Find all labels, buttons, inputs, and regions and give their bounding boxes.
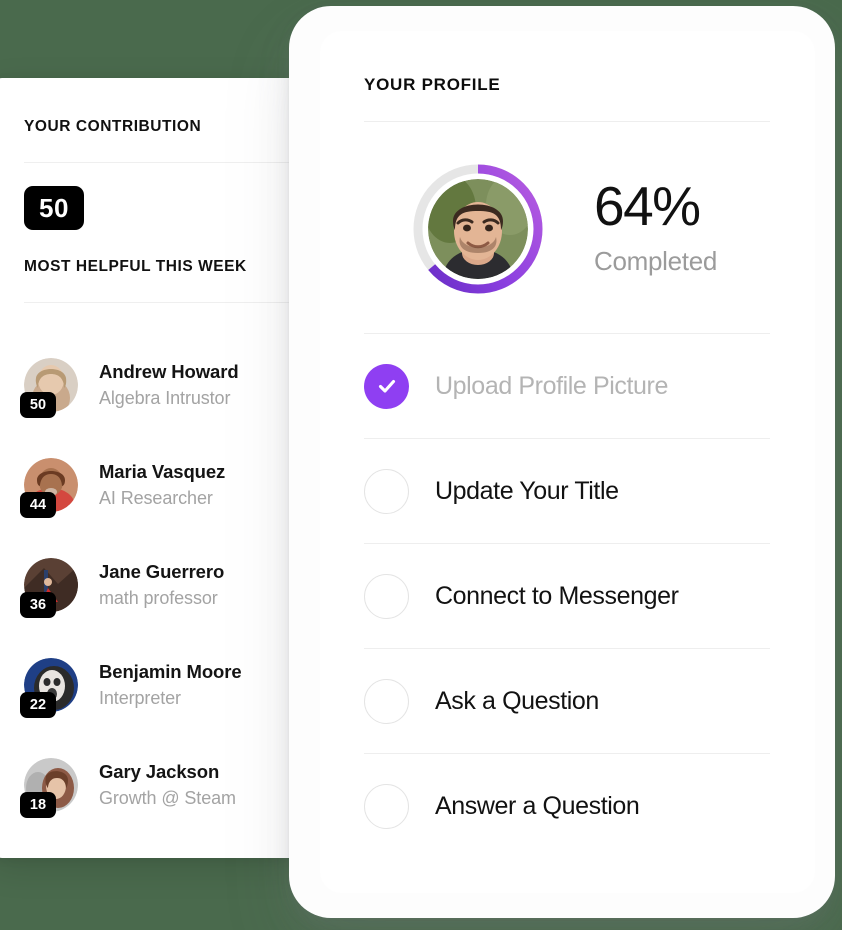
list-item[interactable]: 36 Jane Guerrero math professor: [20, 535, 304, 635]
avatar-current-user: [428, 179, 528, 279]
avatar-wrap: 44: [20, 458, 78, 518]
most-helpful-people-list: 50 Andrew Howard Algebra Intrustor 44 Ma…: [20, 335, 304, 835]
list-item[interactable]: 44 Maria Vasquez AI Researcher: [20, 435, 304, 535]
person-name: Jane Guerrero: [99, 561, 225, 583]
rank-badge: 22: [20, 692, 56, 718]
checklist-item-update-your-title[interactable]: Update Your Title: [364, 439, 770, 543]
rank-badge: 44: [20, 492, 56, 518]
avatar-wrap: 18: [20, 758, 78, 818]
rank-badge: 50: [20, 392, 56, 418]
person-name: Gary Jackson: [99, 761, 220, 783]
person-title: AI Researcher: [99, 488, 213, 509]
checklist-item-label: Answer a Question: [435, 791, 640, 820]
avatar-wrap: 50: [20, 358, 78, 418]
profile-card: YOUR PROFILE 64% Completed Upload Profil…: [320, 31, 815, 893]
person-name: Andrew Howard: [99, 361, 239, 383]
list-item[interactable]: 22 Benjamin Moore Interpreter: [20, 635, 304, 735]
contribution-divider: [24, 162, 304, 163]
person-name: Benjamin Moore: [99, 661, 242, 683]
checklist-item-upload-profile-picture[interactable]: Upload Profile Picture: [364, 334, 770, 438]
empty-circle-icon[interactable]: [364, 573, 409, 619]
person-text: Jane Guerrero math professor: [99, 560, 224, 610]
most-helpful-section-title: MOST HELPFUL THIS WEEK: [24, 258, 247, 275]
person-text: Andrew Howard Algebra Intrustor: [99, 360, 239, 410]
checklist-item-connect-to-messenger[interactable]: Connect to Messenger: [364, 544, 770, 648]
person-title: math professor: [99, 588, 218, 609]
checklist-item-answer-a-question[interactable]: Answer a Question: [364, 754, 770, 858]
empty-circle-icon[interactable]: [364, 678, 409, 724]
page-title: YOUR PROFILE: [364, 75, 501, 94]
most-helpful-divider: [24, 302, 304, 303]
list-item[interactable]: 18 Gary Jackson Growth @ Steam: [20, 735, 304, 835]
profile-checklist: Upload Profile Picture Update Your Title…: [364, 333, 770, 858]
profile-progress-text: 64% Completed: [594, 179, 717, 279]
profile-progress-row: 64% Completed: [364, 161, 770, 297]
person-name: Maria Vasquez: [99, 461, 226, 483]
person-text: Benjamin Moore Interpreter: [99, 660, 242, 710]
profile-completion-ring: [410, 161, 546, 297]
empty-circle-icon[interactable]: [364, 783, 409, 829]
avatar-wrap: 22: [20, 658, 78, 718]
person-text: Gary Jackson Growth @ Steam: [99, 760, 236, 810]
person-text: Maria Vasquez AI Researcher: [99, 460, 225, 510]
checklist-item-label: Ask a Question: [435, 686, 599, 715]
person-title: Growth @ Steam: [99, 788, 236, 809]
checklist-item-ask-a-question[interactable]: Ask a Question: [364, 649, 770, 753]
person-title: Interpreter: [99, 688, 181, 709]
rank-badge: 36: [20, 592, 56, 618]
checklist-item-label: Update Your Title: [435, 476, 619, 505]
list-item[interactable]: 50 Andrew Howard Algebra Intrustor: [20, 335, 304, 435]
checklist-item-label: Upload Profile Picture: [435, 371, 668, 400]
checklist-item-label: Connect to Messenger: [435, 581, 679, 610]
person-title: Algebra Intrustor: [99, 388, 231, 409]
rank-badge: 18: [20, 792, 56, 818]
profile-title-divider: [364, 121, 770, 122]
contribution-score-badge: 50: [24, 186, 84, 230]
avatar-wrap: 36: [20, 558, 78, 618]
contribution-card: YOUR CONTRIBUTION 50 MOST HELPFUL THIS W…: [0, 78, 304, 858]
completion-percent: 64%: [594, 175, 701, 237]
check-icon[interactable]: [364, 363, 409, 409]
completion-label: Completed: [594, 246, 718, 276]
contribution-section-title: YOUR CONTRIBUTION: [24, 118, 202, 135]
empty-circle-icon[interactable]: [364, 468, 409, 514]
